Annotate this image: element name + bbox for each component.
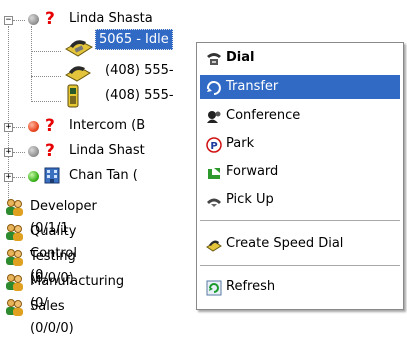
svg-text:P: P bbox=[210, 141, 217, 152]
group-label[interactable]: Sales (0/0/0) bbox=[30, 296, 74, 340]
menu-item-label: Conference bbox=[226, 108, 301, 123]
menu-item-pick-up[interactable]: Pick Up bbox=[200, 188, 400, 212]
menu-item-refresh[interactable]: Refresh bbox=[200, 275, 400, 299]
menu-item-label: Dial bbox=[226, 50, 255, 65]
group-icon bbox=[4, 248, 24, 266]
menu-item-dial[interactable]: Dial bbox=[200, 46, 400, 70]
line-item[interactable]: (408) 555- bbox=[105, 60, 174, 82]
forward-icon bbox=[206, 165, 222, 179]
question-mark-icon: ? bbox=[45, 116, 55, 136]
tree-connector bbox=[13, 127, 25, 128]
menu-item-label: Forward bbox=[226, 164, 279, 179]
refresh-icon bbox=[206, 280, 222, 296]
tree-connector bbox=[13, 177, 25, 178]
line-item-selected[interactable]: 5065 - Idle bbox=[95, 29, 173, 50]
presence-red-icon bbox=[28, 121, 39, 132]
expand-toggle[interactable]: + bbox=[4, 123, 13, 132]
context-menu: Dial Transfer Conference P Park Forward … bbox=[196, 42, 404, 310]
contact-name[interactable]: Linda Shast bbox=[69, 140, 145, 162]
tree-connector bbox=[31, 101, 61, 102]
presence-grey-icon bbox=[28, 14, 39, 25]
menu-item-label: Refresh bbox=[226, 279, 276, 294]
speed-dial-icon bbox=[206, 237, 222, 252]
presence-green-icon bbox=[28, 171, 39, 182]
menu-item-label: Park bbox=[226, 136, 255, 151]
menu-item-label: Transfer bbox=[226, 79, 279, 94]
expand-toggle[interactable]: + bbox=[4, 173, 13, 182]
menu-item-conference[interactable]: Conference bbox=[200, 104, 400, 128]
contact-name[interactable]: Chan Tan ( bbox=[69, 165, 138, 187]
line-item[interactable]: (408) 555- bbox=[105, 85, 174, 107]
menu-item-create-speed-dial[interactable]: Create Speed Dial bbox=[200, 232, 400, 256]
conference-icon bbox=[206, 109, 222, 123]
transfer-icon bbox=[206, 80, 222, 95]
tree-connector bbox=[13, 152, 25, 153]
menu-item-forward[interactable]: Forward bbox=[200, 160, 400, 184]
group-icon bbox=[4, 273, 24, 291]
presence-grey-icon bbox=[28, 146, 39, 157]
contact-name[interactable]: Linda Shasta bbox=[69, 8, 153, 30]
tree-connector bbox=[13, 20, 25, 21]
tree-connector bbox=[8, 26, 9, 212]
mobile-phone-icon bbox=[66, 84, 80, 108]
desk-phone-icon bbox=[62, 62, 92, 84]
menu-separator bbox=[200, 220, 400, 221]
menu-item-label: Create Speed Dial bbox=[226, 236, 344, 251]
tree-connector bbox=[31, 76, 61, 77]
pickup-icon bbox=[206, 193, 222, 207]
question-mark-icon: ? bbox=[45, 9, 55, 29]
expand-toggle[interactable]: + bbox=[4, 148, 13, 157]
desk-phone-icon bbox=[62, 37, 94, 59]
collapse-toggle[interactable]: − bbox=[4, 16, 13, 25]
group-icon bbox=[4, 198, 24, 216]
building-icon bbox=[44, 167, 60, 184]
contact-name[interactable]: Intercom (B bbox=[69, 115, 145, 137]
group-icon bbox=[4, 223, 24, 241]
menu-item-transfer[interactable]: Transfer bbox=[200, 75, 400, 99]
park-icon: P bbox=[206, 137, 222, 153]
group-icon bbox=[4, 298, 24, 316]
menu-item-label: Pick Up bbox=[226, 192, 274, 207]
menu-separator bbox=[200, 265, 400, 266]
dial-icon bbox=[206, 51, 222, 65]
tree-connector bbox=[31, 51, 61, 52]
tree-connector bbox=[31, 26, 32, 102]
question-mark-icon: ? bbox=[45, 141, 55, 161]
menu-item-park[interactable]: P Park bbox=[200, 132, 400, 156]
